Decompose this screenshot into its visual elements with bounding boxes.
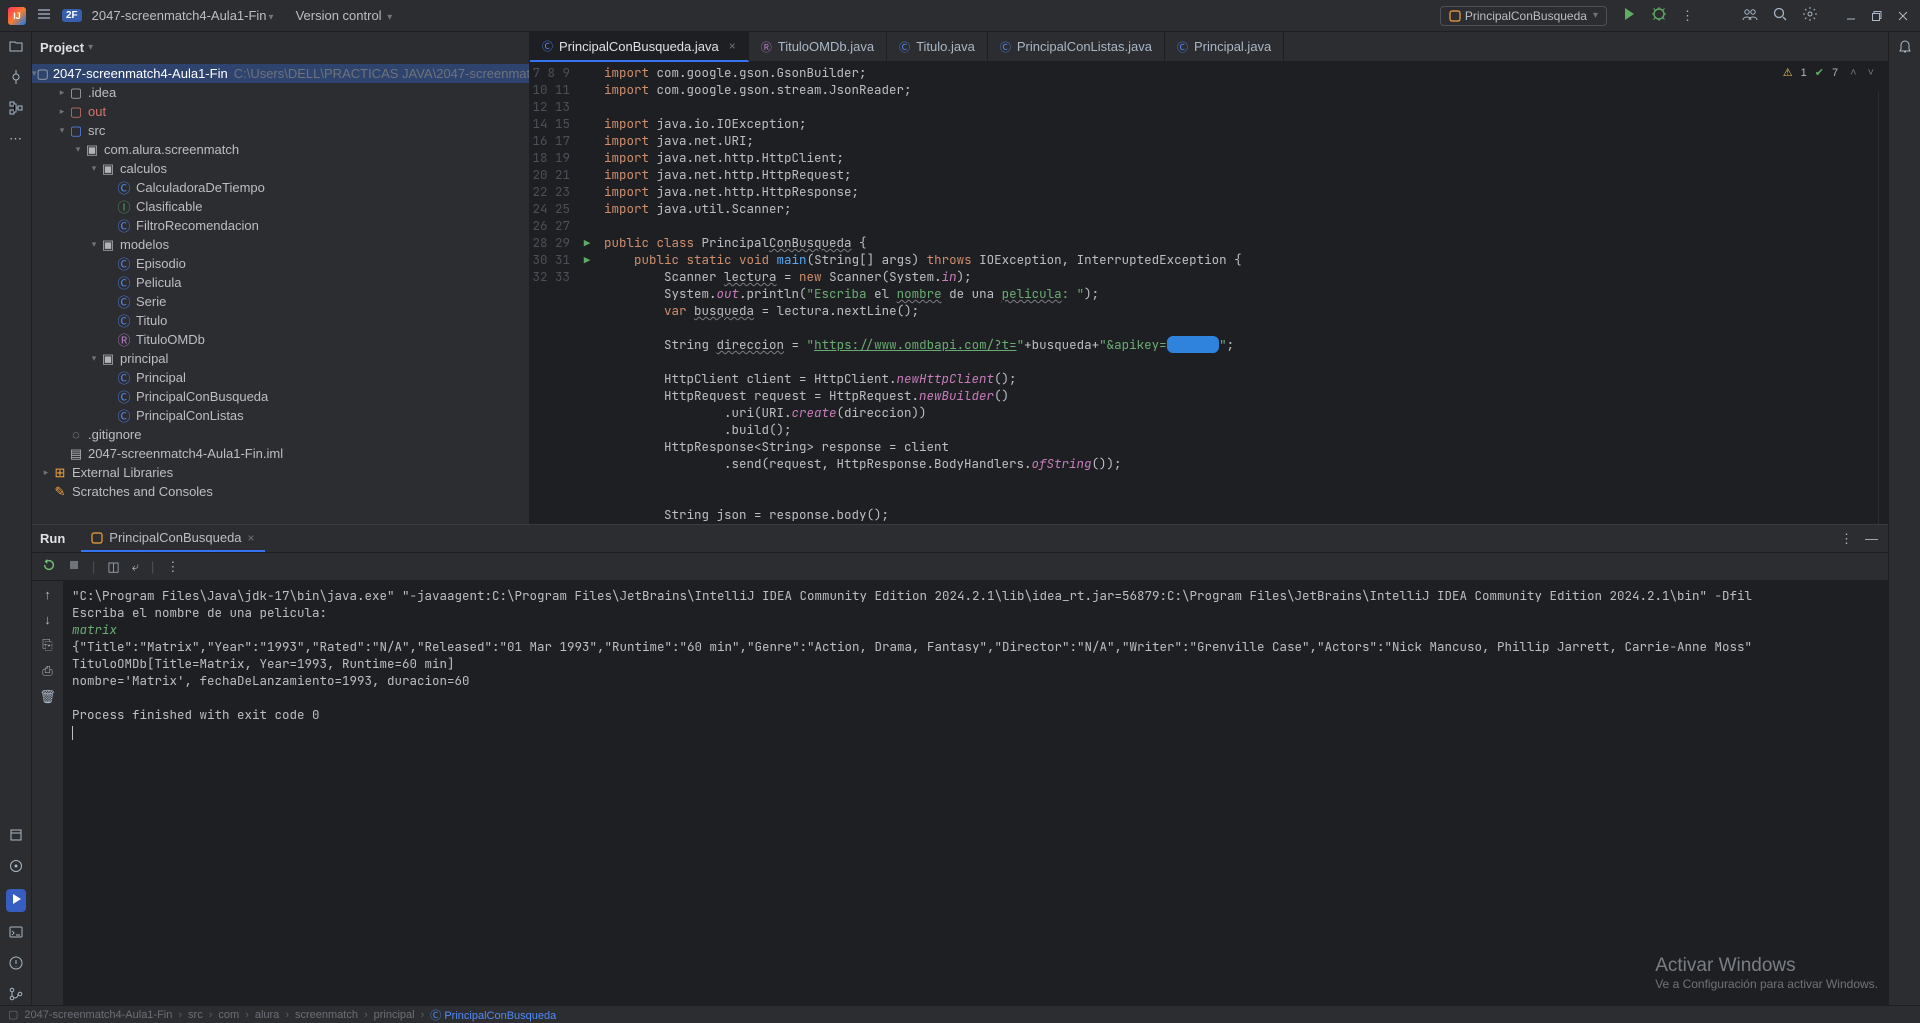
layout-button[interactable]: ◫ (107, 559, 119, 575)
editor-area: ⒸPrincipalConBusqueda.java× ⓇTituloOMDb.… (530, 32, 1888, 524)
export-icon[interactable]: ⎘ (42, 637, 52, 653)
editor-tab[interactable]: ⒸPrincipal.java (1165, 32, 1284, 61)
problems-toolwindow-button[interactable] (8, 955, 24, 974)
build-toolwindow-button[interactable] (8, 827, 24, 846)
close-window-button[interactable] (1894, 7, 1912, 25)
tree-folder-out[interactable]: ▸ ▢out (32, 102, 529, 121)
rerun-button[interactable] (42, 558, 56, 575)
tree-class[interactable]: ⒸPrincipalConListas (32, 406, 529, 425)
run-gutter[interactable]: ▶▶ (578, 62, 596, 524)
editor-tab-active[interactable]: ⒸPrincipalConBusqueda.java× (530, 32, 749, 62)
editor-tab[interactable]: ⒸTitulo.java (887, 32, 988, 61)
tree-class[interactable]: ⒸPrincipalConBusqueda (32, 387, 529, 406)
line-number-gutter[interactable]: 7 8 9 10 11 12 13 14 15 16 17 18 19 20 2… (530, 62, 578, 524)
inspection-widget[interactable]: ⚠1 ✔7 ˄ ˅ (1783, 66, 1878, 79)
soft-wrap-button[interactable]: ⤶ (132, 559, 139, 575)
main-menu-button[interactable] (36, 6, 52, 25)
run-toolwindow-button[interactable] (6, 889, 26, 912)
error-stripe[interactable] (1878, 92, 1888, 524)
code-with-me-button[interactable] (1742, 6, 1758, 25)
tree-folder-src[interactable]: ▾ ▢src (32, 121, 529, 140)
hide-run-panel-icon[interactable]: — (1865, 531, 1878, 547)
tree-class[interactable]: ⒸFiltroRecomendacion (32, 216, 529, 235)
statusbar: ▢ 2047-screenmatch4-Aula1-Fin›src›com›al… (0, 1005, 1920, 1023)
run-tabbar: Run PrincipalConBusqueda × ⋮ — (32, 525, 1888, 553)
tree-root[interactable]: ▾ ▢ 2047-screenmatch4-Aula1-Fin C:\Users… (32, 64, 529, 83)
project-tree[interactable]: ▾ ▢ 2047-screenmatch4-Aula1-Fin C:\Users… (32, 62, 529, 524)
stop-button[interactable] (68, 559, 80, 574)
left-tool-stripe: ⋯ (0, 32, 32, 1005)
tree-folder-idea[interactable]: ▸ ▢.idea (32, 83, 529, 102)
titlebar: IJ 2F 2047-screenmatch4-Aula1-Fin▾ Versi… (0, 0, 1920, 32)
tree-file-gitignore[interactable]: ◌.gitignore (32, 425, 529, 444)
tree-package[interactable]: ▾ ▣com.alura.screenmatch (32, 140, 529, 159)
tree-class[interactable]: ⒸEpisodio (32, 254, 529, 273)
console-output[interactable]: "C:\Program Files\Java\jdk-17\bin\java.e… (64, 581, 1888, 1005)
editor-tab[interactable]: ⒸPrincipalConListas.java (988, 32, 1165, 61)
project-panel-header[interactable]: Project▾ (32, 32, 529, 62)
editor-tab[interactable]: ⓇTituloOMDb.java (749, 32, 887, 61)
editor-body[interactable]: 7 8 9 10 11 12 13 14 15 16 17 18 19 20 2… (530, 62, 1888, 524)
run-config-tab[interactable]: PrincipalConBusqueda × (81, 525, 264, 552)
code-view[interactable]: import com.google.gson.GsonBuilder; impo… (596, 62, 1888, 524)
scroll-up-icon[interactable]: ↑ (44, 587, 51, 602)
tree-package-calculos[interactable]: ▾ ▣calculos (32, 159, 529, 178)
vcs-menu[interactable]: Version control ▾ (296, 8, 393, 23)
settings-button[interactable] (1802, 6, 1818, 25)
project-panel: Project▾ ▾ ▢ 2047-screenmatch4-Aula1-Fin… (32, 32, 530, 524)
tree-class[interactable]: ⒸSerie (32, 292, 529, 311)
commit-toolwindow-button[interactable] (8, 69, 24, 88)
maximize-window-button[interactable] (1868, 7, 1886, 25)
scroll-down-icon[interactable]: ↓ (44, 612, 51, 627)
close-tab-icon[interactable]: × (729, 39, 736, 53)
tree-record[interactable]: ⓇTituloOMDb (32, 330, 529, 349)
tree-external-libs[interactable]: ▸⊞External Libraries (32, 463, 529, 482)
close-run-tab-icon[interactable]: × (248, 531, 255, 545)
print-icon[interactable]: ⎙ (42, 663, 52, 679)
warning-icon: ⚠ (1783, 66, 1793, 79)
run-more-icon[interactable]: ⋮ (1840, 531, 1853, 547)
more-actions-button[interactable]: ⋮ (1681, 8, 1694, 24)
structure-toolwindow-button[interactable] (8, 100, 24, 119)
more-toolwindows-button[interactable]: ⋯ (9, 131, 22, 147)
run-side-toolbar: ↑ ↓ ⎘ ⎙ 🗑 (32, 581, 64, 1005)
tree-package-principal[interactable]: ▾ ▣principal (32, 349, 529, 368)
run-button[interactable] (1621, 6, 1637, 25)
run-config-selector[interactable]: PrincipalConBusqueda▾ (1440, 6, 1607, 26)
terminal-toolwindow-button[interactable] (8, 924, 24, 943)
run-toolbar-more[interactable]: ⋮ (166, 559, 179, 575)
breadcrumb[interactable]: ▢ 2047-screenmatch4-Aula1-Fin›src›com›al… (8, 1007, 556, 1023)
tree-interface[interactable]: ⒾClasificable (32, 197, 529, 216)
debug-button[interactable] (1651, 6, 1667, 25)
tree-package-modelos[interactable]: ▾ ▣modelos (32, 235, 529, 254)
tree-class[interactable]: ⒸPelicula (32, 273, 529, 292)
inspection-nav[interactable]: ˄ ˅ (1850, 67, 1878, 79)
tree-scratches[interactable]: ✎Scratches and Consoles (32, 482, 529, 501)
tree-class[interactable]: ⒸTitulo (32, 311, 529, 330)
search-everywhere-button[interactable] (1772, 6, 1788, 25)
clear-all-icon[interactable]: 🗑 (39, 689, 56, 705)
editor-tabs: ⒸPrincipalConBusqueda.java× ⓇTituloOMDb.… (530, 32, 1888, 62)
right-tool-stripe (1888, 32, 1920, 1005)
ok-icon: ✔ (1815, 66, 1824, 79)
project-toolwindow-button[interactable] (8, 38, 24, 57)
services-toolwindow-button[interactable] (8, 858, 24, 877)
vcs-toolwindow-button[interactable] (8, 986, 24, 1005)
tree-class[interactable]: ⒸCalculadoraDeTiempo (32, 178, 529, 197)
tree-class[interactable]: ⒸPrincipal (32, 368, 529, 387)
project-badge: 2F (62, 9, 82, 22)
notifications-button[interactable] (1897, 38, 1913, 57)
tree-file-iml[interactable]: ▤2047-screenmatch4-Aula1-Fin.iml (32, 444, 529, 463)
run-toolbar: | ◫ ⤶ | ⋮ (32, 553, 1888, 581)
run-title: Run (40, 531, 65, 546)
project-name[interactable]: 2047-screenmatch4-Aula1-Fin▾ (92, 8, 274, 23)
run-panel: Run PrincipalConBusqueda × ⋮ — | ◫ ⤶ | ⋮… (32, 524, 1888, 1005)
minimize-window-button[interactable] (1842, 7, 1860, 25)
ide-logo: IJ (8, 7, 26, 25)
